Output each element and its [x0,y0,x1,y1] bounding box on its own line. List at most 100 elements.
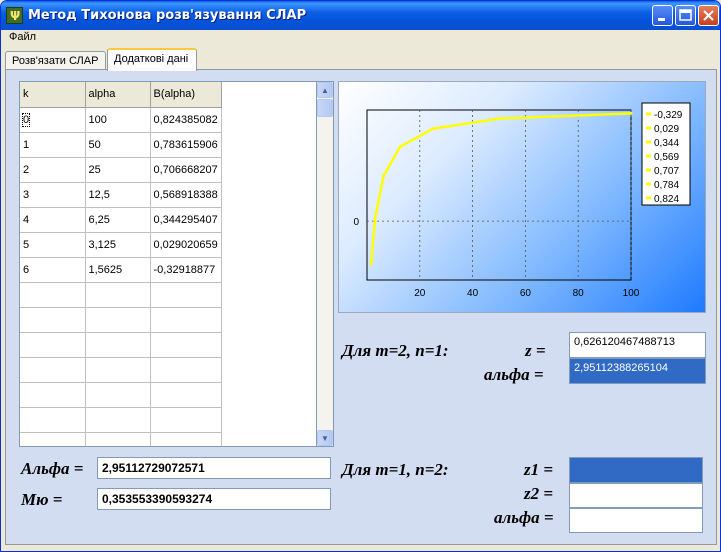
grid-cell[interactable]: 0 [20,107,86,133]
table-row[interactable]: 5 3,125 0,029020659 [20,232,222,258]
grid-cell[interactable]: 1,5625 [85,257,151,283]
grid-cell[interactable]: 0,783615906 [150,132,222,158]
grid-cell[interactable]: 12,5 [85,182,151,208]
menu-file[interactable]: Файл [9,31,36,43]
grid-cell[interactable]: 3,125 [85,232,151,258]
grid-cell[interactable]: 3 [20,182,86,208]
table-row[interactable] [20,282,222,308]
tab-panel: k alpha B(alpha) 0 100 0,824385082 1 50 0,783615… [5,69,717,545]
mu-param-field[interactable]: 0,353553390593274 [97,488,331,510]
chart-panel: 20 40 60 80 100 0 -0,329 0,029 0,344 0,569 0,707 0,… [338,81,706,313]
grid-cell[interactable] [150,307,222,333]
tab-additional-data[interactable]: Додаткові дані [107,48,197,71]
grid-cell[interactable] [20,432,86,446]
grid-cell[interactable] [20,307,86,333]
grid-cell[interactable]: 0,824385082 [150,107,222,133]
grid-cell[interactable] [20,407,86,433]
grid-cell[interactable] [150,407,222,433]
table-row[interactable] [20,357,222,383]
case1-z-field[interactable]: 0,626120467488713 [569,332,706,358]
data-grid[interactable]: k alpha B(alpha) 0 100 0,824385082 1 50 0,783615… [19,81,317,447]
grid-cell[interactable] [85,307,151,333]
main-window: Ψ Метод Тихонова розв'язування СЛАР Файл… [0,0,721,552]
table-row[interactable] [20,307,222,333]
grid-header-cell[interactable]: alpha [85,82,151,108]
app-icon: Ψ [6,7,23,24]
grid-cell[interactable]: 0,344295407 [150,207,222,233]
table-row[interactable]: 4 6,25 0,344295407 [20,207,222,233]
table-row[interactable]: 0 100 0,824385082 [20,107,222,133]
case2-z1-label: z1 = [524,460,554,479]
legend-entry: 0,029 [654,124,679,135]
grid-cell[interactable] [150,332,222,358]
legend-entry: 0,824 [654,194,679,205]
table-row[interactable] [20,432,222,446]
chevron-up-icon: ▲ [321,86,329,95]
series-point [497,117,501,121]
grid-cell[interactable] [20,282,86,308]
grid-header-cell[interactable]: B(alpha) [150,82,222,108]
grid-vertical-scrollbar[interactable]: ▲ ▼ [317,81,334,447]
grid-cell[interactable]: -0,32918877 [150,257,222,283]
grid-cell[interactable]: 100 [85,107,151,133]
maximize-icon [679,9,692,21]
case2-z1-field[interactable] [569,457,703,483]
grid-cell[interactable] [150,382,222,408]
b-alpha-chart: 20 40 60 80 100 0 -0,329 0,029 0,344 0,569 0,707 0,… [353,102,691,299]
grid-header-cell[interactable]: k [20,82,86,108]
maximize-button[interactable] [675,5,696,26]
grid-cell[interactable]: 5 [20,232,86,258]
grid-cell[interactable]: 25 [85,157,151,183]
table-row[interactable] [20,407,222,433]
grid-cell[interactable]: 6,25 [85,207,151,233]
grid-cell[interactable] [20,382,86,408]
case1-alpha-label: альфа = [484,365,544,384]
series-point [369,262,373,266]
title-bar[interactable]: Ψ Метод Тихонова розв'язування СЛАР [1,1,720,30]
grid-cell[interactable] [150,432,222,446]
table-row[interactable] [20,382,222,408]
legend-entry: 0,344 [654,138,679,149]
x-tick-label: 60 [520,288,532,299]
grid-cell[interactable] [20,357,86,383]
grid-cell[interactable] [150,357,222,383]
tab-solve[interactable]: Розв'язати СЛАР [5,51,106,70]
table-row[interactable]: 1 50 0,783615906 [20,132,222,158]
alpha-param-field[interactable]: 2,95112729072571 [97,457,331,479]
window-title: Метод Тихонова розв'язування СЛАР [28,8,307,23]
grid-cell[interactable]: 0,706668207 [150,157,222,183]
grid-cell[interactable]: 2 [20,157,86,183]
grid-cell[interactable]: 0,029020659 [150,232,222,258]
case2-z2-field[interactable] [569,483,703,508]
current-cell-value: 0 [21,112,31,127]
grid-cell[interactable]: 50 [85,132,151,158]
close-button[interactable] [698,5,719,26]
grid-cell[interactable]: 1 [20,132,86,158]
scroll-down-button[interactable]: ▼ [317,430,333,446]
grid-cell[interactable] [85,332,151,358]
grid-cell[interactable]: 4 [20,207,86,233]
table-row[interactable] [20,332,222,358]
case2-alpha-field[interactable] [569,508,703,533]
table-row[interactable]: 6 1,5625 -0,32918877 [20,257,222,283]
table-row[interactable]: 3 12,5 0,568918388 [20,182,222,208]
mu-param-label: Мю = [21,490,63,509]
grid-table: k alpha B(alpha) 0 100 0,824385082 1 50 0,783615… [20,82,222,446]
grid-cell[interactable] [85,407,151,433]
minimize-button[interactable] [652,5,673,26]
scroll-thumb[interactable] [317,99,333,117]
grid-cell[interactable] [20,332,86,358]
grid-cell[interactable] [85,357,151,383]
grid-cell[interactable] [85,382,151,408]
grid-cell[interactable]: 6 [20,257,86,283]
case1-alpha-field[interactable]: 2,95112388265104 [569,358,706,384]
grid-cell[interactable] [85,432,151,446]
grid-cell[interactable] [85,282,151,308]
scroll-up-button[interactable]: ▲ [317,82,333,98]
table-row[interactable]: 2 25 0,706668207 [20,157,222,183]
series-point [382,174,385,178]
grid-cell[interactable] [150,282,222,308]
legend-entry: 0,569 [654,152,679,163]
grid-cell[interactable]: 0,568918388 [150,182,222,208]
tab-strip: Розв'язати СЛАР Додаткові дані [5,48,717,71]
